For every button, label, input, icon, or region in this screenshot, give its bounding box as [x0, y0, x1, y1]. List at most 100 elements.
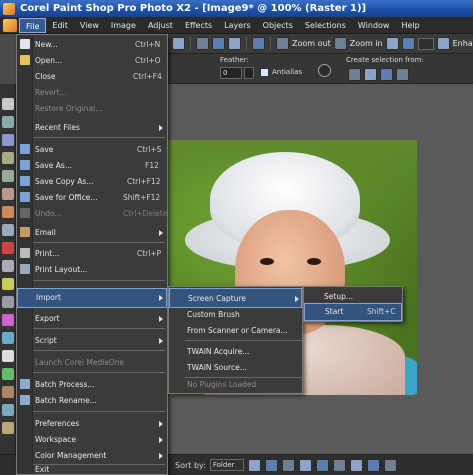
text-tool-icon[interactable]: [2, 350, 14, 362]
app-menu-icon[interactable]: [3, 18, 17, 32]
zoom-out-button[interactable]: Zoom out: [292, 39, 331, 48]
email-icon: [20, 227, 30, 237]
eraser-tool-icon[interactable]: [2, 314, 14, 326]
menu-item-label: Export: [35, 314, 60, 323]
menu-effects[interactable]: Effects: [179, 18, 218, 33]
menu-item-print-layout[interactable]: Print Layout...: [17, 260, 167, 280]
fit-icon[interactable]: [385, 37, 399, 50]
dropper-tool-icon[interactable]: [2, 152, 14, 164]
menu-selections[interactable]: Selections: [299, 18, 352, 33]
organizer-icon[interactable]: [212, 37, 225, 50]
print-icon[interactable]: [228, 37, 241, 50]
refresh-icon[interactable]: [172, 37, 185, 50]
menu-item-exit[interactable]: Exit: [17, 458, 167, 474]
menu-item-label: Batch Rename...: [35, 396, 97, 405]
undo-icon: [20, 208, 30, 218]
menu-item-label: Restore Original...: [35, 104, 103, 113]
menu-image[interactable]: Image: [105, 18, 142, 33]
menu-item-label: Print Layout...: [35, 265, 88, 274]
menu-edit[interactable]: Edit: [46, 18, 74, 33]
menu-item-batch-rename[interactable]: Batch Rename...: [17, 391, 167, 411]
enhance-icon[interactable]: [436, 37, 450, 50]
photo-eye-right: [307, 258, 321, 265]
menu-item-shortcut: Shift+C: [367, 307, 396, 316]
menu-adjust[interactable]: Adjust: [142, 18, 179, 33]
menu-separator: [33, 137, 165, 138]
menu-help[interactable]: Help: [395, 18, 425, 33]
sort-by-label: Sort by:: [175, 460, 206, 470]
menu-item-import[interactable]: Import: [17, 288, 167, 308]
menu-file[interactable]: File: [19, 17, 47, 33]
menu-item-undo: Undo... Ctrl+Delete: [17, 204, 167, 224]
airbrush-tool-icon[interactable]: [2, 422, 14, 434]
menu-layers[interactable]: Layers: [218, 18, 256, 33]
tool-options-palette: Feather: 0 Antialias Create selection fr…: [168, 54, 473, 84]
organizer-tool-icon[interactable]: [281, 458, 295, 472]
menu-view[interactable]: View: [74, 18, 105, 33]
title-bar: Corel Paint Shop Pro Photo X2 - [Image9*…: [0, 0, 473, 17]
actual-size-icon[interactable]: [401, 37, 415, 50]
zoom-out-icon[interactable]: [276, 37, 289, 50]
brush-tool-icon[interactable]: [2, 242, 14, 254]
feather-input[interactable]: 0: [220, 67, 242, 79]
enhance-photo-button[interactable]: Enhance P: [453, 39, 473, 48]
toolbar-separator: [246, 36, 247, 51]
zoom-in-button[interactable]: Zoom in: [350, 39, 383, 48]
pick-tool-icon[interactable]: [2, 116, 14, 128]
menu-item-launch-mediaone: Launch Corel MediaOne: [17, 353, 167, 373]
submenu-arrow-icon: [159, 338, 163, 344]
zoom-in-icon[interactable]: [333, 37, 347, 50]
menu-item-script[interactable]: Script: [17, 331, 167, 351]
info-icon[interactable]: [252, 37, 265, 50]
organizer-tool-icon[interactable]: [247, 458, 261, 472]
sort-by-dropdown[interactable]: Folder: [209, 459, 244, 471]
red-eye-tool-icon[interactable]: [2, 206, 14, 218]
submenu-arrow-icon: [159, 125, 163, 131]
dodge-tool-icon[interactable]: [2, 278, 14, 290]
menu-item-start[interactable]: Start Shift+C: [304, 303, 402, 321]
view-dropdown[interactable]: [417, 37, 434, 50]
organizer-tool-icon[interactable]: [366, 458, 380, 472]
straighten-tool-icon[interactable]: [2, 188, 14, 200]
warp-tool-icon[interactable]: [2, 404, 14, 416]
pan-tool-icon[interactable]: [2, 98, 14, 110]
select-opaque-icon[interactable]: [396, 68, 409, 81]
feather-label: Feather:: [220, 56, 249, 64]
select-layer-icon[interactable]: [348, 68, 361, 81]
select-merged-icon[interactable]: [380, 68, 393, 81]
new-icon[interactable]: [196, 37, 209, 50]
save-as-icon: [20, 160, 30, 170]
organizer-tool-icon[interactable]: [315, 458, 329, 472]
pen-tool-icon[interactable]: [2, 386, 14, 398]
organizer-tool-icon[interactable]: [298, 458, 312, 472]
smudge-tool-icon[interactable]: [2, 296, 14, 308]
tools-palette: [0, 84, 16, 475]
organizer-tool-icon[interactable]: [349, 458, 363, 472]
menu-item-export[interactable]: Export: [17, 309, 167, 329]
menu-separator: [185, 340, 302, 341]
selection-tool-icon[interactable]: [2, 134, 14, 146]
makeover-tool-icon[interactable]: [2, 224, 14, 236]
file-menu: New... Ctrl+N Open... Ctrl+O Close Ctrl+F4 …: [16, 34, 168, 475]
organizer-tool-icon[interactable]: [383, 458, 397, 472]
antialias-checkbox[interactable]: [260, 68, 269, 77]
menu-item-shortcut: Ctrl+Delete: [123, 209, 168, 218]
menu-item-recent-files[interactable]: Recent Files: [17, 118, 167, 138]
organizer-tool-icon[interactable]: [332, 458, 346, 472]
feather-spinner[interactable]: [244, 67, 254, 79]
submenu-arrow-icon: [159, 295, 163, 301]
shape-tool-icon[interactable]: [2, 368, 14, 380]
menu-separator: [33, 350, 165, 351]
flood-fill-tool-icon[interactable]: [2, 332, 14, 344]
menu-item-from-scanner[interactable]: From Scanner or Camera...: [169, 321, 302, 341]
menu-objects[interactable]: Objects: [257, 18, 299, 33]
select-all-icon[interactable]: [364, 68, 377, 81]
menu-window[interactable]: Window: [352, 18, 396, 33]
crop-tool-icon[interactable]: [2, 170, 14, 182]
clone-tool-icon[interactable]: [2, 260, 14, 272]
submenu-arrow-icon: [159, 421, 163, 427]
menu-item-label: Start: [325, 307, 344, 316]
menu-item-email[interactable]: Email: [17, 223, 167, 243]
organizer-tool-icon[interactable]: [264, 458, 278, 472]
selection-mode-icon[interactable]: [318, 64, 331, 77]
